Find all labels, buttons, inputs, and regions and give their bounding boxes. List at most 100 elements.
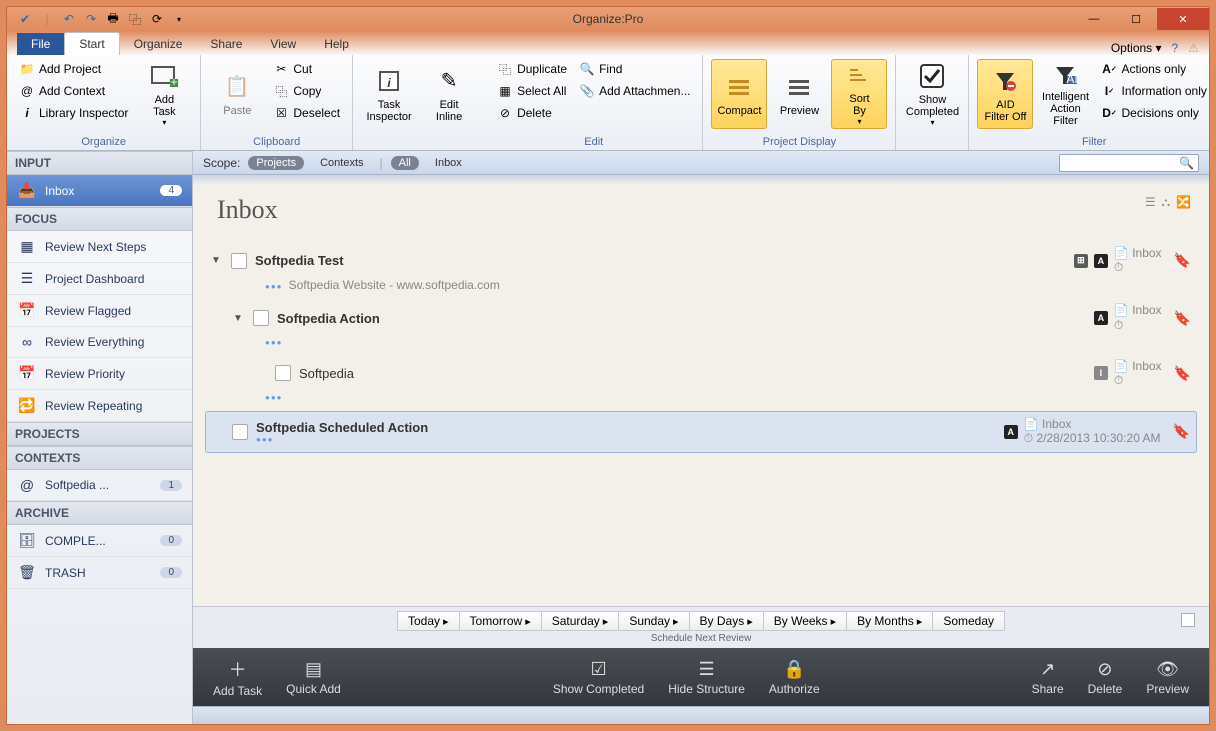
- sort-by-button[interactable]: Sort By ▾: [831, 59, 887, 129]
- copy-icon[interactable]: ⿻: [127, 11, 143, 27]
- task-row-selected[interactable]: ▼ Softpedia Scheduled Action ●●● A 📄 Inb…: [205, 411, 1197, 452]
- qat-check-icon[interactable]: ✔: [17, 11, 33, 27]
- sidebar-item-trash[interactable]: 🗑 TRASH 0: [7, 557, 192, 589]
- sidebar-item-context-softpedia[interactable]: @ Softpedia ... 1: [7, 470, 192, 501]
- edit-inline-button[interactable]: ✎ Edit Inline: [421, 59, 477, 129]
- section-archive[interactable]: ARCHIVE: [7, 501, 192, 525]
- tab-view[interactable]: View: [256, 33, 310, 55]
- show-completed-button[interactable]: Show Completed ▾: [904, 59, 960, 129]
- schedule-saturday[interactable]: Saturday ▸: [542, 611, 620, 631]
- add-project-button[interactable]: 📁Add Project: [15, 59, 132, 79]
- information-only-button[interactable]: I✓Information only: [1097, 81, 1210, 101]
- section-projects[interactable]: PROJECTS: [7, 422, 192, 446]
- qat-dropdown-icon[interactable]: ▾: [171, 11, 187, 27]
- section-input[interactable]: INPUT: [7, 151, 192, 175]
- intelligent-filter-button[interactable]: AI Intelligent Action Filter: [1037, 59, 1093, 129]
- minimize-button[interactable]: —: [1073, 8, 1115, 30]
- sidebar-item-dashboard[interactable]: ☰Project Dashboard: [7, 263, 192, 295]
- schedule-tomorrow[interactable]: Tomorrow ▸: [460, 611, 542, 631]
- duplicate-button[interactable]: ⿻Duplicate: [493, 59, 571, 79]
- task-checkbox[interactable]: [275, 365, 291, 381]
- action-authorize[interactable]: 🔒Authorize: [769, 659, 820, 696]
- compact-button[interactable]: Compact: [711, 59, 767, 129]
- decisions-only-button[interactable]: D✓Decisions only: [1097, 103, 1210, 123]
- schedule-sunday[interactable]: Sunday ▸: [619, 611, 689, 631]
- sidebar-item-completed[interactable]: 🗄 COMPLE... 0: [7, 525, 192, 557]
- tab-help[interactable]: Help: [310, 33, 363, 55]
- cut-button[interactable]: ✂Cut: [269, 59, 344, 79]
- actions-only-button[interactable]: A✓Actions only: [1097, 59, 1210, 79]
- undo-icon[interactable]: ↶: [61, 11, 77, 27]
- maximize-button[interactable]: ☐: [1115, 8, 1157, 30]
- delete-button[interactable]: ⊘Delete: [493, 103, 571, 123]
- deselect-button[interactable]: ☒Deselect: [269, 103, 344, 123]
- scope-contexts[interactable]: Contexts: [312, 156, 371, 170]
- add-attachment-button[interactable]: 📎Add Attachmen...: [575, 81, 694, 101]
- action-show-completed[interactable]: ☑Show Completed: [553, 659, 644, 696]
- schedule-by-days[interactable]: By Days ▸: [690, 611, 764, 631]
- copy-button[interactable]: ⿻Copy: [269, 81, 344, 101]
- action-share[interactable]: ↗Share: [1032, 659, 1064, 696]
- bookmark-icon[interactable]: 🔖: [1174, 252, 1191, 269]
- schedule-someday[interactable]: Someday: [933, 611, 1005, 631]
- task-checkbox[interactable]: [231, 253, 247, 269]
- section-contexts[interactable]: CONTEXTS: [7, 446, 192, 470]
- schedule-by-months[interactable]: By Months ▸: [847, 611, 933, 631]
- bookmark-icon[interactable]: 🔖: [1173, 423, 1190, 440]
- schedule-by-weeks[interactable]: By Weeks ▸: [764, 611, 847, 631]
- aid-filter-off-button[interactable]: AID Filter Off: [977, 59, 1033, 129]
- scope-projects[interactable]: Projects: [248, 156, 304, 170]
- action-quick-add[interactable]: ▤Quick Add: [286, 659, 341, 696]
- bookmark-icon[interactable]: 🔖: [1174, 365, 1191, 382]
- paste-button[interactable]: 📋 Paste: [209, 59, 265, 129]
- pin-icon[interactable]: ⚠: [1188, 41, 1199, 55]
- sidebar-item-flagged[interactable]: 📅Review Flagged: [7, 295, 192, 327]
- tab-share[interactable]: Share: [196, 33, 256, 55]
- bookmark-icon[interactable]: 🔖: [1174, 310, 1191, 327]
- sidebar-item-inbox[interactable]: 📥 Inbox 4: [7, 175, 192, 207]
- status-bar: [193, 706, 1209, 724]
- add-task-button[interactable]: + Add Task ▾: [136, 59, 192, 129]
- task-checkbox[interactable]: [253, 310, 269, 326]
- task-checkbox[interactable]: [232, 424, 248, 440]
- inbox-icon: 📥: [17, 182, 37, 199]
- action-add-task[interactable]: ＋Add Task: [213, 656, 262, 698]
- tab-organize[interactable]: Organize: [120, 33, 197, 55]
- preview-button[interactable]: Preview: [771, 59, 827, 129]
- view-list-icon[interactable]: ☰: [1145, 195, 1156, 210]
- schedule-checkbox[interactable]: [1181, 613, 1195, 627]
- view-outline-icon[interactable]: ⛬: [1162, 195, 1170, 210]
- i-icon: I✓: [1101, 83, 1117, 99]
- action-preview[interactable]: 👁Preview: [1146, 659, 1189, 696]
- sidebar-item-repeating[interactable]: 🔁Review Repeating: [7, 390, 192, 422]
- schedule-today[interactable]: Today ▸: [397, 611, 460, 631]
- action-hide-structure[interactable]: ☰Hide Structure: [668, 659, 745, 696]
- sidebar-item-everything[interactable]: ∞Review Everything: [7, 327, 192, 358]
- close-button[interactable]: ✕: [1157, 8, 1209, 30]
- find-button[interactable]: 🔍Find: [575, 59, 694, 79]
- redo-icon[interactable]: ↷: [83, 11, 99, 27]
- task-row[interactable]: ▼ Softpedia Test ⊞ A 📄 Inbox⏱ 🔖: [205, 243, 1197, 278]
- disclosure-icon[interactable]: ▼: [211, 255, 223, 266]
- tab-start[interactable]: Start: [64, 32, 119, 55]
- task-row[interactable]: ▼ Softpedia Action A 📄 Inbox⏱ 🔖: [227, 300, 1197, 335]
- action-delete[interactable]: ⊘Delete: [1088, 659, 1123, 696]
- library-inspector-button[interactable]: iLibrary Inspector: [15, 103, 132, 123]
- sidebar-item-next-steps[interactable]: ▦Review Next Steps: [7, 231, 192, 263]
- task-inspector-button[interactable]: i Task Inspector: [361, 59, 417, 129]
- task-row[interactable]: ▼ Softpedia I 📄 Inbox⏱ 🔖: [249, 356, 1197, 391]
- section-focus[interactable]: FOCUS: [7, 207, 192, 231]
- search-input[interactable]: 🔍: [1059, 154, 1199, 172]
- help-icon[interactable]: ?: [1172, 41, 1179, 55]
- print-icon[interactable]: 🖶: [105, 11, 121, 27]
- sidebar-item-priority[interactable]: 📅Review Priority: [7, 358, 192, 390]
- refresh-icon[interactable]: ⟳: [149, 11, 165, 27]
- options-menu[interactable]: Options ▾: [1111, 41, 1162, 55]
- add-context-button[interactable]: @Add Context: [15, 81, 132, 101]
- disclosure-icon[interactable]: ▼: [233, 313, 245, 324]
- select-all-button[interactable]: ▦Select All: [493, 81, 571, 101]
- scope-inbox[interactable]: Inbox: [427, 156, 470, 170]
- scope-all[interactable]: All: [391, 156, 419, 170]
- file-tab[interactable]: File: [17, 33, 64, 55]
- view-tree-icon[interactable]: 🔀: [1176, 195, 1191, 210]
